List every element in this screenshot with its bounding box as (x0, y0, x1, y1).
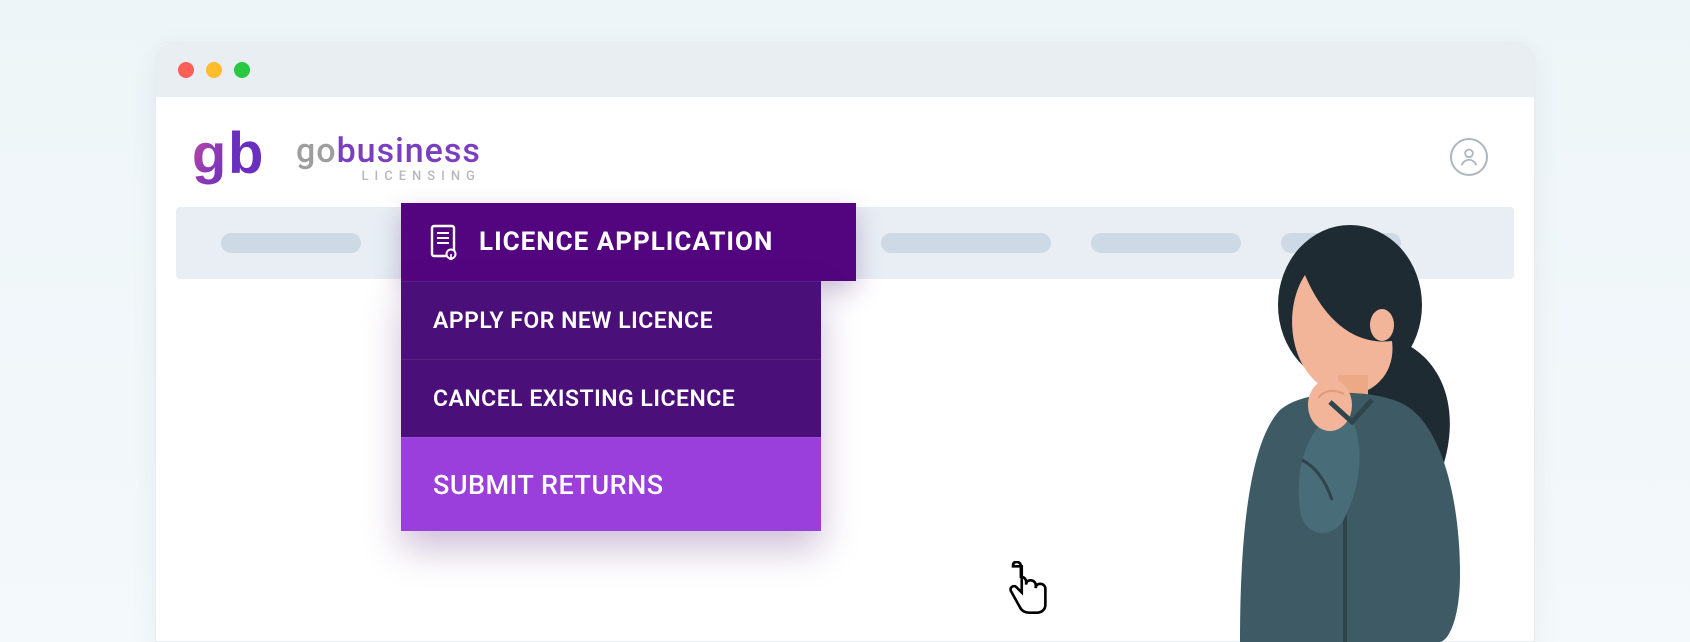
brand-word-1: go (296, 131, 337, 171)
dropdown-item-label: APPLY FOR NEW LICENCE (433, 307, 713, 334)
minimize-window-button[interactable] (206, 62, 222, 78)
licence-dropdown: APPLY FOR NEW LICENCE CANCEL EXISTING LI… (401, 281, 821, 531)
brand-subtitle: LICENSING (296, 169, 481, 184)
brand-word-2: business (337, 131, 481, 171)
nav-tab-licence-application[interactable]: LICENCE APPLICATION (401, 203, 856, 281)
site-header: g b gobusiness LICENSING (156, 97, 1534, 207)
document-icon (429, 224, 459, 260)
nav-item-placeholder[interactable] (221, 233, 361, 253)
dropdown-item-label: SUBMIT RETURNS (433, 469, 664, 501)
nav-item-placeholder[interactable] (881, 233, 1051, 253)
person-illustration (1170, 210, 1530, 642)
profile-icon (1458, 146, 1480, 168)
close-window-button[interactable] (178, 62, 194, 78)
dropdown-item-submit-returns[interactable]: SUBMIT RETURNS (401, 437, 821, 531)
dropdown-item-apply-new-licence[interactable]: APPLY FOR NEW LICENCE (401, 281, 821, 359)
svg-text:g: g (192, 127, 226, 185)
svg-text:b: b (228, 127, 263, 186)
dropdown-item-cancel-existing-licence[interactable]: CANCEL EXISTING LICENCE (401, 359, 821, 437)
dropdown-item-label: CANCEL EXISTING LICENCE (433, 385, 735, 412)
maximize-window-button[interactable] (234, 62, 250, 78)
window-controls (178, 62, 250, 78)
logo-mark-icon: g b (192, 127, 278, 187)
nav-tab-label: LICENCE APPLICATION (479, 227, 773, 257)
browser-titlebar (156, 43, 1534, 97)
brand-logo[interactable]: g b gobusiness LICENSING (192, 127, 481, 187)
brand-text: gobusiness LICENSING (296, 131, 481, 184)
profile-button[interactable] (1450, 138, 1488, 176)
pointer-cursor-icon (999, 561, 1055, 617)
